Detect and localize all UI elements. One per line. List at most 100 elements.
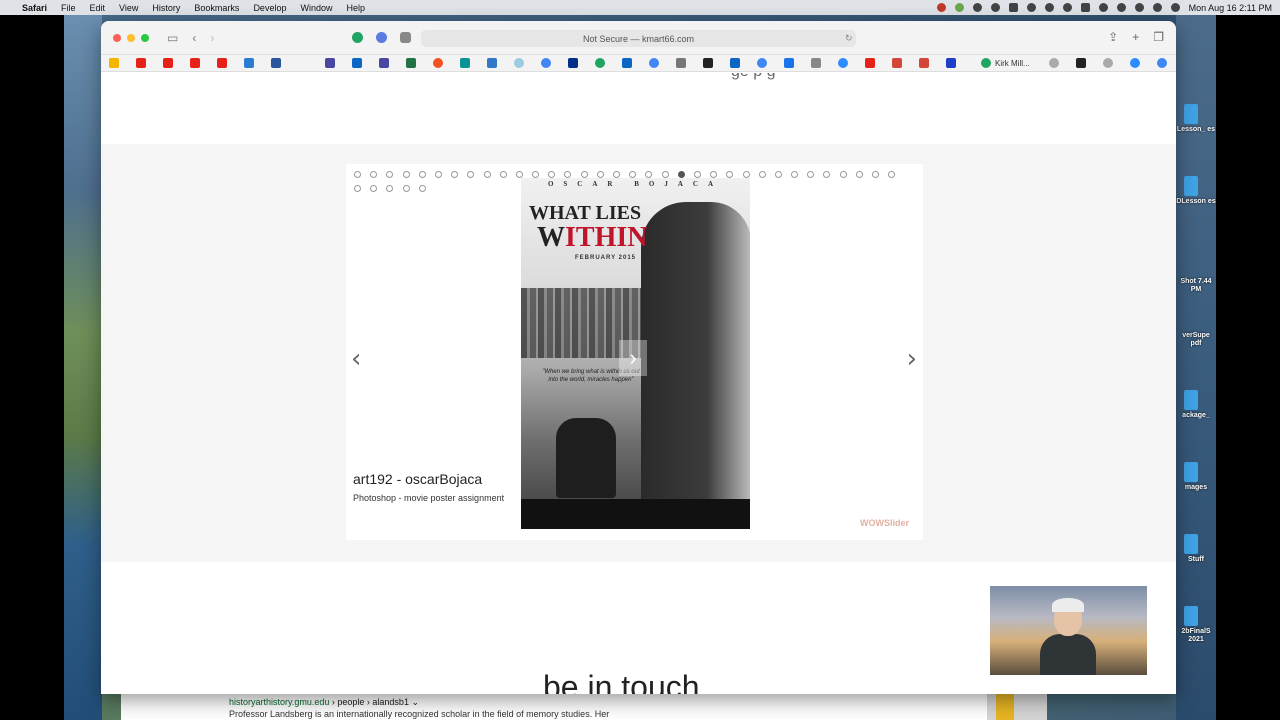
amazon-favorite-icon[interactable]: [1076, 58, 1086, 68]
linkedin-favorite-icon[interactable]: [730, 58, 740, 68]
linkedin-favorite-icon[interactable]: [352, 58, 362, 68]
slider-bullet[interactable]: [742, 171, 750, 178]
sidebar-toggle-icon[interactable]: ▭: [167, 31, 178, 45]
menu-app-name[interactable]: Safari: [22, 3, 47, 13]
grammarly-favorite-icon[interactable]: [595, 58, 605, 68]
privacy-shield-icon[interactable]: [400, 32, 411, 43]
menu-edit[interactable]: Edit: [90, 3, 106, 13]
menubar-clock[interactable]: Mon Aug 16 2:11 PM: [1189, 3, 1272, 13]
play-arrow-icon[interactable]: ›: [619, 340, 647, 376]
bluetooth-icon[interactable]: [1062, 3, 1072, 12]
zoom-window-button[interactable]: [141, 33, 149, 42]
siri-icon[interactable]: [1170, 3, 1180, 12]
slider-bullet[interactable]: [354, 185, 361, 192]
youtube-favorite-icon[interactable]: [865, 58, 875, 68]
volume-icon[interactable]: [1044, 3, 1054, 12]
slider-bullet[interactable]: [839, 171, 847, 178]
google-favorite-icon[interactable]: [757, 58, 767, 68]
desktop-item[interactable]: ackage_: [1176, 390, 1216, 420]
slider-bullet[interactable]: [888, 171, 896, 178]
word-favorite-icon[interactable]: [271, 58, 281, 68]
slider-bullet[interactable]: [499, 171, 507, 178]
slider-bullet[interactable]: [354, 171, 361, 178]
slider-bullet[interactable]: [402, 171, 410, 178]
zoom-favorite-icon[interactable]: [838, 58, 848, 68]
desktop-item[interactable]: verSupe pdf: [1176, 332, 1216, 348]
slider-bullet[interactable]: [855, 171, 863, 178]
menu-bookmarks[interactable]: Bookmarks: [194, 3, 239, 13]
back-icon[interactable]: ‹: [192, 31, 196, 45]
youtube-favorite-icon[interactable]: [136, 58, 146, 68]
slider-bullet[interactable]: [386, 185, 394, 192]
slider-bullet[interactable]: [548, 171, 556, 178]
word-favorite-icon[interactable]: [244, 58, 254, 68]
app-favorite-icon[interactable]: [460, 58, 470, 68]
desktop-item[interactable]: Shot 7.44 PM: [1176, 278, 1216, 294]
close-window-button[interactable]: [113, 33, 121, 42]
desktop-item[interactable]: DLesson es: [1176, 176, 1216, 206]
teams-favorite-icon[interactable]: [325, 58, 335, 68]
slider-bullet[interactable]: [726, 171, 734, 178]
slider-next-arrow-icon[interactable]: ›: [907, 344, 917, 374]
record-icon[interactable]: [936, 3, 946, 12]
play-icon[interactable]: [990, 3, 1000, 12]
slider-bullet[interactable]: [645, 171, 653, 178]
spotlight-icon[interactable]: [1134, 3, 1144, 12]
slider-bullet[interactable]: [661, 171, 669, 178]
zoom-favorite-icon[interactable]: [1130, 58, 1140, 68]
desktop-item[interactable]: mages: [1176, 462, 1216, 492]
slider-bullet[interactable]: [434, 171, 442, 178]
menu-view[interactable]: View: [119, 3, 138, 13]
google-favorite-icon[interactable]: [1157, 58, 1167, 68]
play-favorite-icon[interactable]: [784, 58, 794, 68]
minimize-window-button[interactable]: [127, 33, 135, 42]
youtube-favorite-icon[interactable]: [163, 58, 173, 68]
linkedin-favorite-icon[interactable]: [622, 58, 632, 68]
slider-bullet[interactable]: [451, 171, 459, 178]
menu-history[interactable]: History: [152, 3, 180, 13]
slider-bullet[interactable]: [710, 171, 718, 178]
teams-favorite-icon[interactable]: [379, 58, 389, 68]
youtube-favorite-icon[interactable]: [217, 58, 227, 68]
desktop-item[interactable]: 2bFinalS 2021: [1176, 606, 1216, 644]
app-favorite-icon[interactable]: [811, 58, 821, 68]
slider-bullet[interactable]: [758, 171, 766, 178]
slider-bullet[interactable]: [483, 171, 491, 178]
gmail-favorite-icon[interactable]: [919, 58, 929, 68]
slider-bullet[interactable]: [613, 171, 620, 178]
forward-icon[interactable]: ›: [210, 31, 214, 45]
slider-prev-arrow-icon[interactable]: ‹: [351, 344, 361, 374]
drive-favorite-icon[interactable]: [109, 58, 119, 68]
clock-icon[interactable]: [1026, 3, 1036, 12]
kirk-favorite-label[interactable]: Kirk Mill...: [995, 59, 1030, 68]
slider-bullet[interactable]: [370, 185, 378, 192]
slider-bullet[interactable]: [774, 171, 782, 178]
user-icon[interactable]: [1116, 3, 1126, 12]
office-favorite-icon[interactable]: [433, 58, 443, 68]
tab-overview-icon[interactable]: ❐: [1153, 30, 1164, 44]
slider-bullet[interactable]: [515, 171, 523, 178]
slider-bullet[interactable]: [370, 171, 378, 178]
app-favorite-icon[interactable]: [946, 58, 956, 68]
image-slider[interactable]: OSCAR BOJACA WHAT LIES WITHIN FEBRUARY 2…: [346, 164, 923, 540]
share-icon[interactable]: ⇪: [1108, 30, 1118, 44]
desktop-item[interactable]: Stuff: [1176, 534, 1216, 564]
menu-file[interactable]: File: [61, 3, 76, 13]
reload-icon[interactable]: ↻: [845, 33, 853, 44]
excel-favorite-icon[interactable]: [406, 58, 416, 68]
kirk-favorite-icon[interactable]: [981, 58, 991, 68]
desktop-item[interactable]: Lesson_ es: [1176, 104, 1216, 134]
grammarly-extension-icon[interactable]: [352, 32, 363, 43]
search-result-url[interactable]: historyarthistory.gmu.edu › people › ala…: [229, 697, 419, 708]
gmail-favorite-icon[interactable]: [892, 58, 902, 68]
slider-bullet[interactable]: [823, 171, 831, 178]
slider-bullet[interactable]: [467, 171, 475, 178]
menu-window[interactable]: Window: [300, 3, 332, 13]
app-favorite-icon[interactable]: [676, 58, 686, 68]
slider-bullet[interactable]: [532, 171, 540, 178]
wowslider-watermark[interactable]: WOWSlider: [860, 518, 909, 528]
youtube-favorite-icon[interactable]: [190, 58, 200, 68]
new-tab-icon[interactable]: +: [1132, 30, 1139, 44]
app-favorite-icon[interactable]: [514, 58, 524, 68]
slider-bullet[interactable]: [418, 185, 426, 192]
